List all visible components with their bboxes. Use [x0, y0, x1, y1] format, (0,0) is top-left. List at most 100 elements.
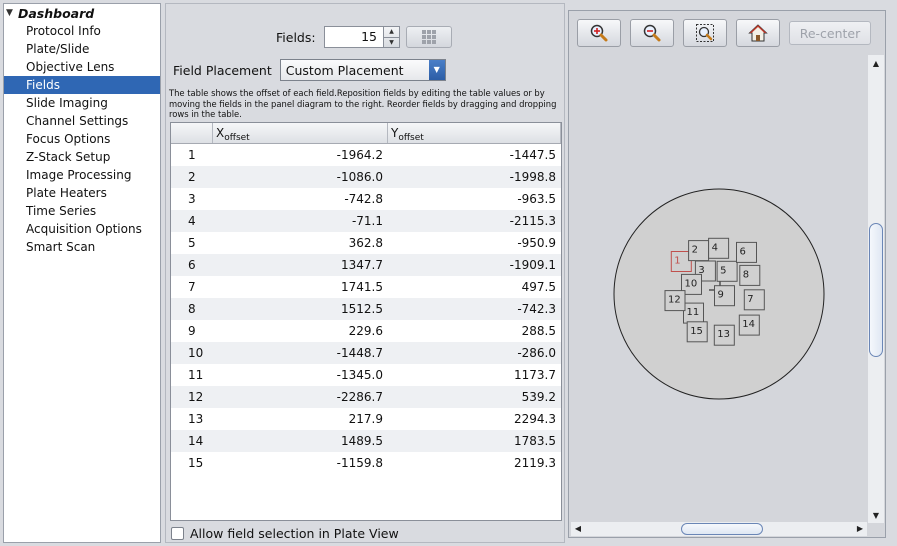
field-index-cell[interactable]: 12 — [171, 386, 213, 408]
field-index-cell[interactable]: 4 — [171, 210, 213, 232]
plate-diagram[interactable]: 123456789101112131415 — [569, 11, 869, 501]
y-offset-cell[interactable]: 497.5 — [388, 276, 561, 298]
x-offset-column-header[interactable]: Xoffset — [213, 123, 388, 143]
x-offset-cell[interactable]: -742.8 — [213, 188, 388, 210]
field-index-cell[interactable]: 7 — [171, 276, 213, 298]
field-index-cell[interactable]: 2 — [171, 166, 213, 188]
x-offset-cell[interactable]: -1345.0 — [213, 364, 388, 386]
x-offset-cell[interactable]: 1512.5 — [213, 298, 388, 320]
sidebar-item-protocol-info[interactable]: Protocol Info — [4, 22, 160, 40]
x-offset-cell[interactable]: 217.9 — [213, 408, 388, 430]
x-offset-cell[interactable]: -71.1 — [213, 210, 388, 232]
table-row[interactable]: 12 -2286.7 539.2 — [171, 386, 561, 408]
x-offset-cell[interactable]: -1159.8 — [213, 452, 388, 474]
table-row[interactable]: 9 229.6 288.5 — [171, 320, 561, 342]
sidebar-item-image-processing[interactable]: Image Processing — [4, 166, 160, 184]
y-offset-cell[interactable]: -1447.5 — [388, 144, 561, 166]
table-row[interactable]: 13 217.9 2294.3 — [171, 408, 561, 430]
field-offsets-table: Xoffset Yoffset 1 -1964.2 -1447.5 2 -1086.0-… — [170, 122, 562, 521]
table-row[interactable]: 15 -1159.8 2119.3 — [171, 452, 561, 474]
field-index-cell[interactable]: 10 — [171, 342, 213, 364]
table-row[interactable]: 3 -742.8 -963.5 — [171, 188, 561, 210]
index-column-header[interactable] — [171, 123, 213, 143]
y-offset-cell[interactable]: 288.5 — [388, 320, 561, 342]
y-offset-cell[interactable]: 2294.3 — [388, 408, 561, 430]
sidebar-item-channel-settings[interactable]: Channel Settings — [4, 112, 160, 130]
x-offset-cell[interactable]: -2286.7 — [213, 386, 388, 408]
y-offset-cell[interactable]: -963.5 — [388, 188, 561, 210]
field-index-cell[interactable]: 6 — [171, 254, 213, 276]
table-row[interactable]: 14 1489.5 1783.5 — [171, 430, 561, 452]
horizontal-scroll-thumb[interactable] — [681, 523, 763, 535]
horizontal-scrollbar[interactable]: ◀ ▶ — [571, 522, 867, 536]
x-offset-cell[interactable]: 1347.7 — [213, 254, 388, 276]
y-offset-cell[interactable]: -950.9 — [388, 232, 561, 254]
scroll-right-icon[interactable]: ▶ — [853, 522, 867, 536]
y-offset-cell[interactable]: 1173.7 — [388, 364, 561, 386]
field-box-label: 5 — [720, 265, 726, 276]
vertical-scroll-thumb[interactable] — [869, 223, 883, 357]
scroll-down-icon[interactable]: ▼ — [868, 509, 884, 523]
y-offset-column-header[interactable]: Yoffset — [388, 123, 561, 143]
fields-count-spinner[interactable]: 15 ▲ ▼ — [324, 26, 400, 48]
y-offset-cell[interactable]: 2119.3 — [388, 452, 561, 474]
allow-selection-checkbox[interactable] — [171, 526, 184, 540]
y-offset-cell[interactable]: 1783.5 — [388, 430, 561, 452]
field-index-cell[interactable]: 5 — [171, 232, 213, 254]
vertical-scrollbar[interactable]: ▲ ▼ — [868, 55, 884, 523]
x-offset-cell[interactable]: -1448.7 — [213, 342, 388, 364]
sidebar-item-smart-scan[interactable]: Smart Scan — [4, 238, 160, 256]
scroll-up-icon[interactable]: ▲ — [868, 57, 884, 71]
y-offset-header-sub: offset — [398, 133, 424, 143]
sidebar-item-focus-options[interactable]: Focus Options — [4, 130, 160, 148]
table-row[interactable]: 6 1347.7 -1909.1 — [171, 254, 561, 276]
field-index-cell[interactable]: 3 — [171, 188, 213, 210]
y-offset-cell[interactable]: -1909.1 — [388, 254, 561, 276]
field-index-cell[interactable]: 1 — [171, 144, 213, 166]
sidebar-item-z-stack-setup[interactable]: Z-Stack Setup — [4, 148, 160, 166]
x-offset-cell[interactable]: 1489.5 — [213, 430, 388, 452]
spinner-down-icon[interactable]: ▼ — [384, 38, 399, 48]
sidebar-item-objective-lens[interactable]: Objective Lens — [4, 58, 160, 76]
sidebar-item-slide-imaging[interactable]: Slide Imaging — [4, 94, 160, 112]
x-offset-cell[interactable]: -1964.2 — [213, 144, 388, 166]
allow-selection-row[interactable]: Allow field selection in Plate View — [171, 524, 399, 542]
table-row[interactable]: 10 -1448.7 -286.0 — [171, 342, 561, 364]
collapse-arrow-icon[interactable]: ▼ — [6, 8, 18, 18]
dropdown-arrow-icon[interactable]: ▼ — [428, 60, 445, 80]
table-row[interactable]: 2 -1086.0 -1998.8 — [171, 166, 561, 188]
x-offset-cell[interactable]: 362.8 — [213, 232, 388, 254]
y-offset-cell[interactable]: -2115.3 — [388, 210, 561, 232]
y-offset-cell[interactable]: -742.3 — [388, 298, 561, 320]
y-offset-cell[interactable]: -1998.8 — [388, 166, 561, 188]
table-row[interactable]: 4 -71.1 -2115.3 — [171, 210, 561, 232]
spinner-up-icon[interactable]: ▲ — [384, 27, 399, 38]
field-index-cell[interactable]: 11 — [171, 364, 213, 386]
field-index-cell[interactable]: 13 — [171, 408, 213, 430]
table-row[interactable]: 7 1741.5 497.5 — [171, 276, 561, 298]
field-box-label: 13 — [717, 329, 730, 340]
y-offset-cell[interactable]: -286.0 — [388, 342, 561, 364]
table-row[interactable]: 11 -1345.0 1173.7 — [171, 364, 561, 386]
field-placement-select[interactable]: Custom Placement ▼ — [279, 59, 446, 81]
x-offset-cell[interactable]: 1741.5 — [213, 276, 388, 298]
sidebar-item-acquisition-options[interactable]: Acquisition Options — [4, 220, 160, 238]
field-index-cell[interactable]: 14 — [171, 430, 213, 452]
table-row[interactable]: 1 -1964.2 -1447.5 — [171, 144, 561, 166]
grid-layout-button[interactable] — [406, 26, 452, 48]
y-offset-cell[interactable]: 539.2 — [388, 386, 561, 408]
field-index-cell[interactable]: 8 — [171, 298, 213, 320]
sidebar-item-plate-slide[interactable]: Plate/Slide — [4, 40, 160, 58]
x-offset-cell[interactable]: 229.6 — [213, 320, 388, 342]
sidebar-item-time-series[interactable]: Time Series — [4, 202, 160, 220]
scroll-left-icon[interactable]: ◀ — [571, 522, 585, 536]
field-index-cell[interactable]: 9 — [171, 320, 213, 342]
table-row[interactable]: 8 1512.5 -742.3 — [171, 298, 561, 320]
tree-root-dashboard[interactable]: ▼ Dashboard — [4, 4, 160, 22]
sidebar-item-fields[interactable]: Fields — [4, 76, 160, 94]
x-offset-cell[interactable]: -1086.0 — [213, 166, 388, 188]
sidebar-item-plate-heaters[interactable]: Plate Heaters — [4, 184, 160, 202]
field-index-cell[interactable]: 15 — [171, 452, 213, 474]
fields-count-value[interactable]: 15 — [325, 27, 383, 47]
table-row[interactable]: 5 362.8 -950.9 — [171, 232, 561, 254]
